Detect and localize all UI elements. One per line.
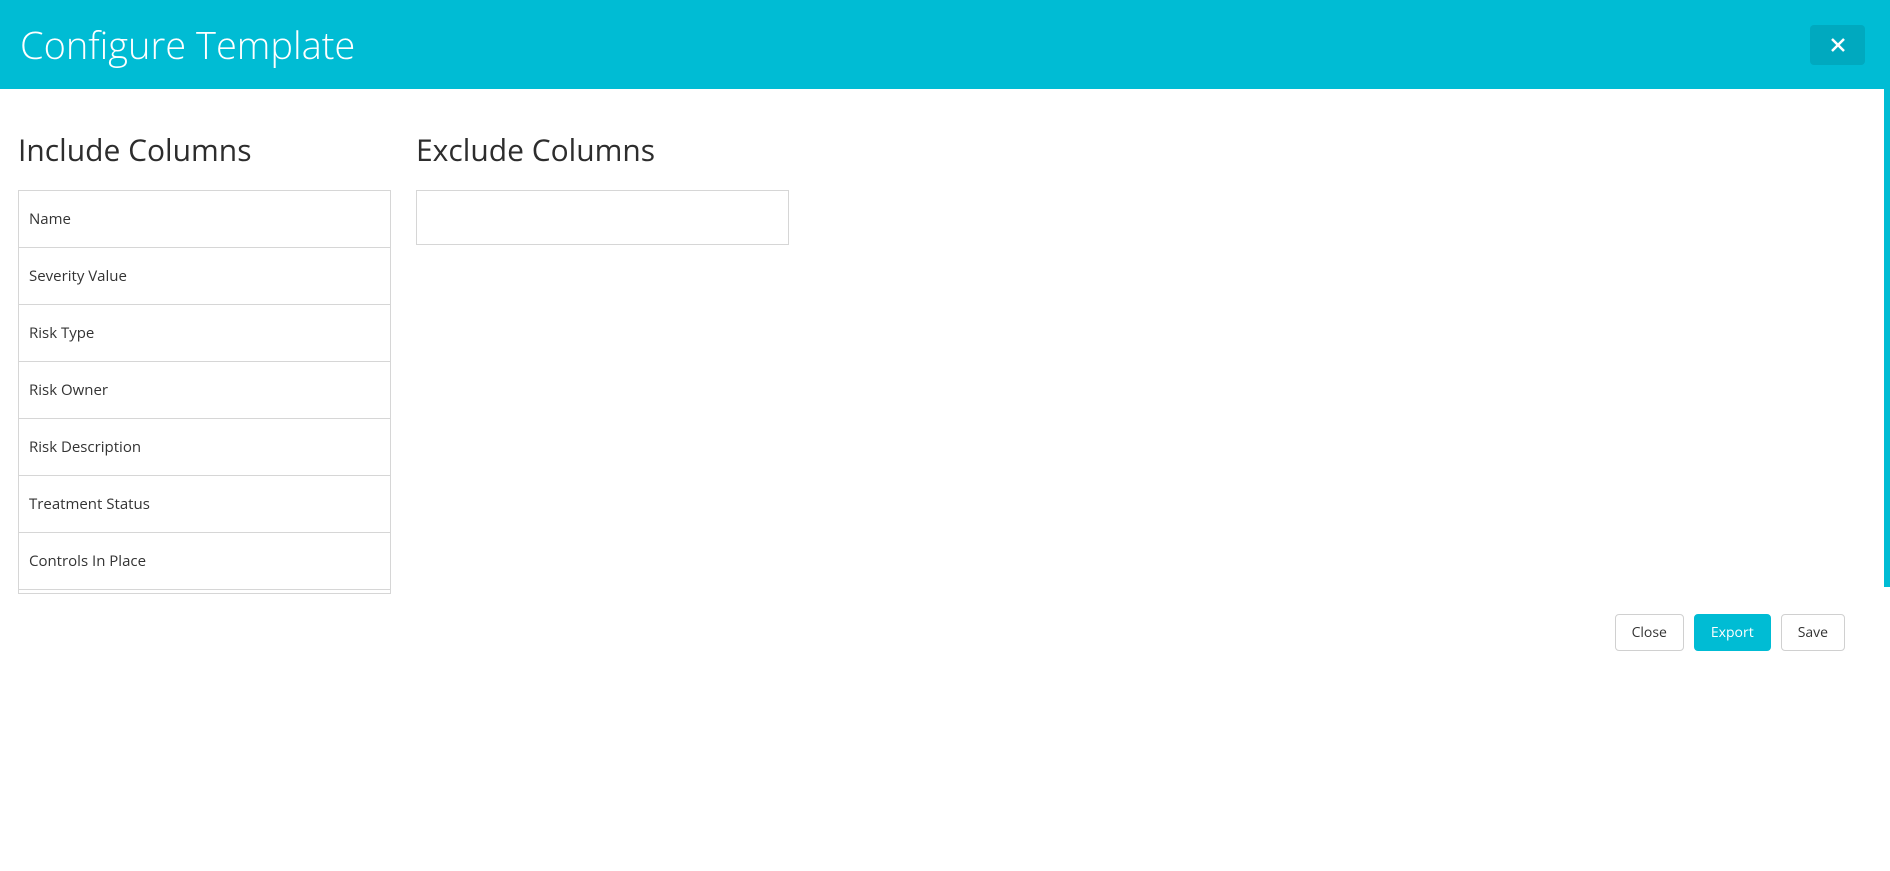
close-icon xyxy=(1829,36,1847,54)
list-item[interactable]: Severity Value xyxy=(19,248,390,305)
close-button[interactable]: Close xyxy=(1615,614,1684,651)
exclude-columns-list[interactable] xyxy=(416,190,789,245)
close-x-button[interactable] xyxy=(1810,25,1865,65)
scrollbar-indicator[interactable] xyxy=(1884,89,1890,587)
include-columns-section: Include Columns Name Severity Value Risk… xyxy=(18,129,391,675)
list-item[interactable]: Risk Description xyxy=(19,419,390,476)
save-button[interactable]: Save xyxy=(1781,614,1845,651)
modal-footer: Close Export Save xyxy=(1615,614,1860,651)
list-item[interactable]: Risk Type xyxy=(19,305,390,362)
modal-header: Configure Template xyxy=(0,0,1890,89)
exclude-columns-section: Exclude Columns xyxy=(416,129,789,675)
exclude-columns-title: Exclude Columns xyxy=(416,129,789,170)
export-button[interactable]: Export xyxy=(1694,614,1771,651)
include-columns-list[interactable]: Name Severity Value Risk Type Risk Owner… xyxy=(18,190,391,594)
include-columns-title: Include Columns xyxy=(18,129,391,170)
modal-content: Include Columns Name Severity Value Risk… xyxy=(0,89,1890,675)
list-item[interactable]: Risk Owner xyxy=(19,362,390,419)
list-item[interactable]: Name xyxy=(19,191,390,248)
list-item[interactable]: Controls In Place xyxy=(19,533,390,590)
list-item[interactable]: Treatment Status xyxy=(19,476,390,533)
modal-title: Configure Template xyxy=(20,19,355,71)
